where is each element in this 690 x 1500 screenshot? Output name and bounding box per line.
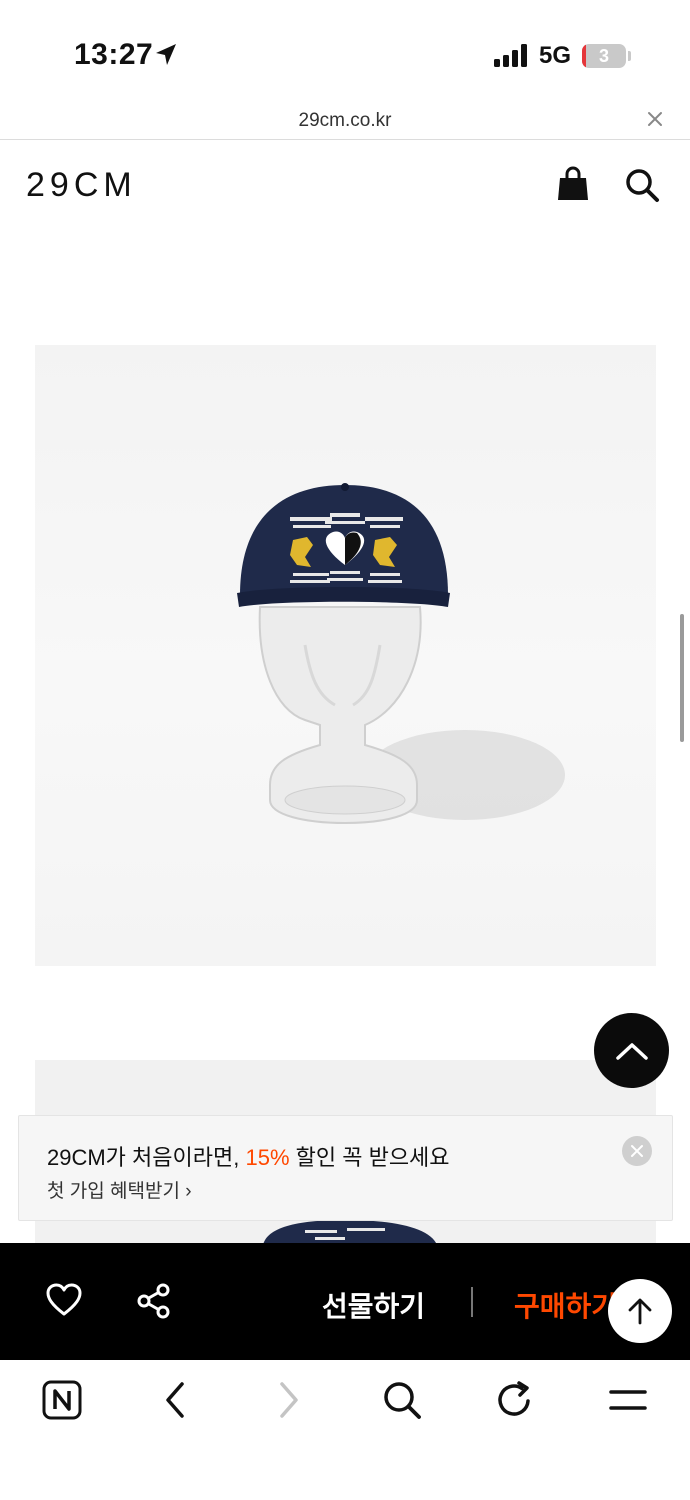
network-type: 5G — [539, 42, 572, 69]
chevron-up-icon — [615, 1042, 648, 1060]
share-icon[interactable] — [136, 1283, 172, 1319]
arrow-up-icon — [628, 1298, 652, 1325]
back-icon[interactable] — [162, 1380, 188, 1420]
site-logo[interactable]: 29CM — [26, 166, 137, 205]
promo-prefix: 29CM가 처음이라면, — [47, 1145, 246, 1170]
signup-promo-banner[interactable]: 29CM가 처음이라면, 15% 할인 꼭 받으세요 첫 가입 혜택받기 › — [18, 1115, 673, 1221]
heart-icon[interactable] — [46, 1283, 82, 1317]
search-icon[interactable] — [382, 1380, 422, 1420]
promo-discount: 15% — [245, 1145, 290, 1170]
battery-level: 3 — [598, 46, 609, 66]
chevron-right-icon: › — [185, 1181, 192, 1202]
naver-home-icon[interactable] — [42, 1380, 82, 1420]
reload-icon[interactable] — [496, 1380, 534, 1420]
browser-toolbar — [0, 1360, 690, 1500]
signal-bars-icon — [494, 44, 527, 67]
divider — [471, 1287, 473, 1317]
close-icon — [631, 1145, 643, 1157]
location-arrow-icon — [156, 44, 176, 65]
float-scroll-top-button[interactable] — [608, 1279, 672, 1343]
battery-tip — [628, 51, 631, 61]
purchase-bar: 선물하기 구매하기 — [0, 1243, 690, 1360]
url-bar[interactable]: 29cm.co.kr — [0, 100, 690, 140]
promo-suffix: 할인 꼭 받으세요 — [289, 1145, 450, 1170]
shopping-bag-icon[interactable] — [555, 166, 591, 202]
status-time: 13:27 — [74, 38, 154, 71]
battery-icon: 3 — [582, 44, 626, 68]
url-text[interactable]: 29cm.co.kr — [0, 110, 690, 132]
close-icon[interactable] — [646, 110, 664, 128]
promo-cta-link[interactable]: 첫 가입 혜택받기 › — [47, 1176, 192, 1203]
buy-button[interactable]: 구매하기 — [514, 1285, 614, 1325]
promo-cta-label[interactable]: 첫 가입 혜택받기 — [47, 1181, 180, 1202]
gift-button[interactable]: 선물하기 — [322, 1285, 425, 1325]
promo-close-button[interactable] — [622, 1136, 652, 1166]
scroll-indicator[interactable] — [680, 614, 684, 742]
menu-icon[interactable] — [608, 1380, 648, 1420]
status-bar: 13:27 5G 3 — [0, 0, 690, 100]
cap-mannequin-illustration — [237, 483, 565, 825]
forward-icon[interactable] — [276, 1380, 302, 1420]
promo-headline: 29CM가 처음이라면, 15% 할인 꼭 받으세요 — [47, 1140, 450, 1172]
search-icon[interactable] — [623, 166, 661, 204]
scroll-top-button[interactable] — [594, 1013, 669, 1088]
product-image[interactable] — [35, 345, 656, 966]
